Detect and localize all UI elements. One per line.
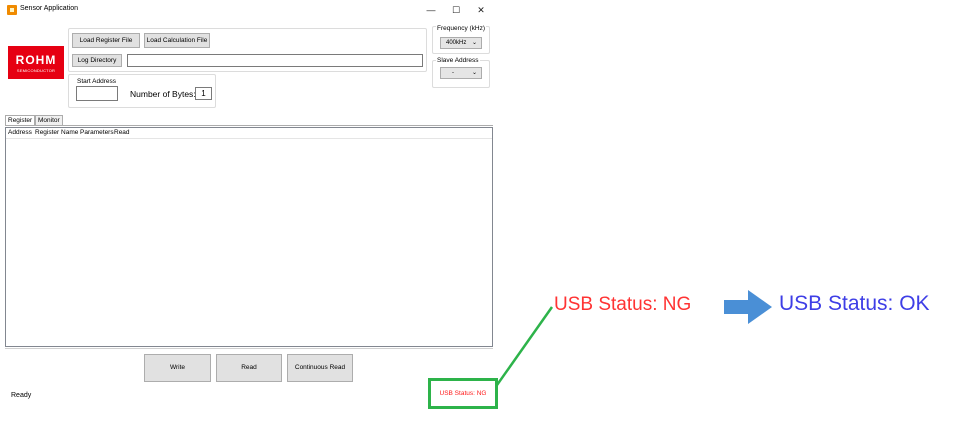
annotation-overlay xyxy=(495,290,772,386)
usb-status-ok-callout: USB Status: OK xyxy=(779,292,930,315)
arrow-right-icon xyxy=(724,290,772,324)
connector-line xyxy=(495,306,554,386)
usb-status-ng-callout: USB Status: NG xyxy=(554,294,692,315)
